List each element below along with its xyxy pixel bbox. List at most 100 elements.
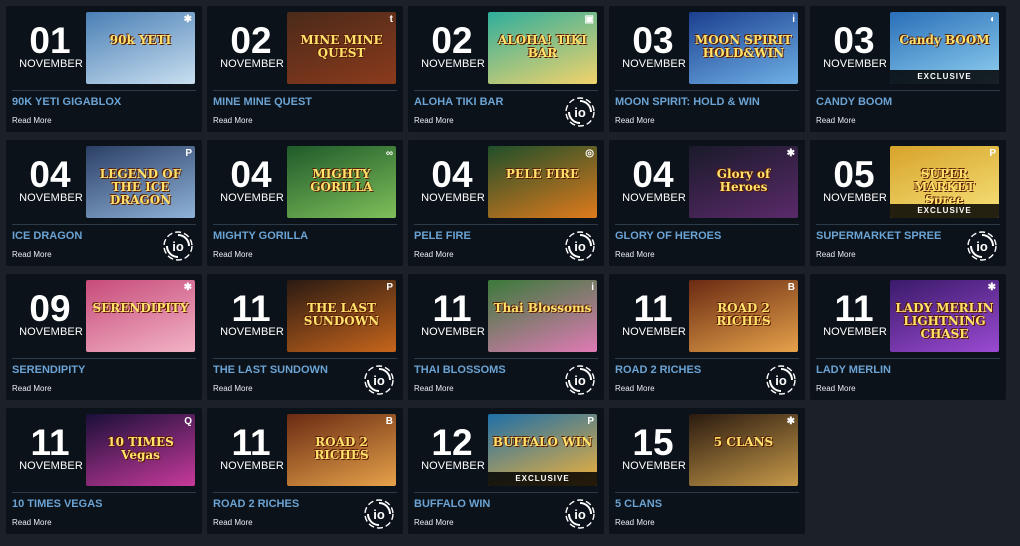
- studio-corner-icon: B: [787, 282, 795, 293]
- game-thumbnail[interactable]: 5 CLANS ✱: [689, 414, 798, 486]
- release-month: NOVEMBER: [823, 192, 887, 204]
- svg-text:io: io: [574, 105, 586, 120]
- read-more-link[interactable]: Read More: [816, 250, 856, 259]
- read-more-link[interactable]: Read More: [12, 116, 52, 125]
- game-card[interactable]: 12 NOVEMBER BUFFALO WIN P EXCLUSIVE BUFFALO W…: [408, 408, 604, 534]
- game-thumbnail[interactable]: MIGHTY GORILLA ∞: [287, 146, 396, 218]
- game-card[interactable]: 03 NOVEMBER MOON SPIRIT HOLD&WIN i MOON SPIR…: [609, 6, 805, 132]
- game-card[interactable]: 11 NOVEMBER Thai Blossoms i THAI BLOSSOMS Rea…: [408, 274, 604, 400]
- read-more-link[interactable]: Read More: [213, 116, 253, 125]
- game-title-link[interactable]: ALOHA TIKI BAR: [414, 96, 554, 108]
- game-thumbnail[interactable]: ROAD 2 RICHES B: [689, 280, 798, 352]
- studio-corner-icon: P: [989, 148, 996, 159]
- release-day: 05: [833, 154, 875, 195]
- read-more-link[interactable]: Read More: [414, 384, 454, 393]
- game-card[interactable]: 15 NOVEMBER 5 CLANS ✱ 5 CLANS Read More: [609, 408, 805, 534]
- game-title-link[interactable]: MIGHTY GORILLA: [213, 230, 353, 242]
- game-title-link[interactable]: THE LAST SUNDOWN: [213, 364, 353, 376]
- read-more-link[interactable]: Read More: [816, 116, 856, 125]
- thumbnail-logo-text: SUPER MARKET Spree: [913, 167, 976, 207]
- svg-text:io: io: [574, 373, 586, 388]
- game-card[interactable]: 04 NOVEMBER MIGHTY GORILLA ∞ MIGHTY GORILLA R…: [207, 140, 403, 266]
- game-card[interactable]: 11 NOVEMBER ROAD 2 RICHES B ROAD 2 RICHES Rea…: [207, 408, 403, 534]
- thumbnail-logo-text: Glory of Heroes: [716, 167, 771, 194]
- game-thumbnail[interactable]: SERENDIPITY ✱: [86, 280, 195, 352]
- read-more-link[interactable]: Read More: [615, 518, 655, 527]
- game-card[interactable]: 11 NOVEMBER LADY MERLIN LIGHTNING CHASE ✱ LA…: [810, 274, 1006, 400]
- read-more-link[interactable]: Read More: [414, 116, 454, 125]
- studio-corner-icon: P: [587, 416, 594, 427]
- game-thumbnail[interactable]: ROAD 2 RICHES B: [287, 414, 396, 486]
- read-more-link[interactable]: Read More: [414, 250, 454, 259]
- game-card[interactable]: 04 NOVEMBER PELE FIRE ◎ PELE FIRE Read More io: [408, 140, 604, 266]
- read-more-link[interactable]: Read More: [213, 518, 253, 527]
- svg-text:io: io: [172, 239, 184, 254]
- game-title-link[interactable]: LADY MERLIN: [816, 364, 956, 376]
- read-more-link[interactable]: Read More: [12, 518, 52, 527]
- game-title-link[interactable]: THAI BLOSSOMS: [414, 364, 554, 376]
- game-thumbnail[interactable]: PELE FIRE ◎: [488, 146, 597, 218]
- game-title-link[interactable]: SERENDIPITY: [12, 364, 152, 376]
- read-more-link[interactable]: Read More: [615, 384, 655, 393]
- game-thumbnail[interactable]: SUPER MARKET Spree P EXCLUSIVE: [890, 146, 999, 218]
- game-title-link[interactable]: 5 CLANS: [615, 498, 755, 510]
- release-month: NOVEMBER: [823, 58, 887, 70]
- game-title-link[interactable]: 90K YETI GIGABLOX: [12, 96, 152, 108]
- game-thumbnail[interactable]: THE LAST SUNDOWN P: [287, 280, 396, 352]
- game-card[interactable]: 11 NOVEMBER THE LAST SUNDOWN P THE LAST SUND…: [207, 274, 403, 400]
- game-thumbnail[interactable]: Glory of Heroes ✱: [689, 146, 798, 218]
- read-more-link[interactable]: Read More: [816, 384, 856, 393]
- game-thumbnail[interactable]: ALOHA! TIKI BAR ▣: [488, 12, 597, 84]
- game-title-link[interactable]: BUFFALO WIN: [414, 498, 554, 510]
- game-title-link[interactable]: PELE FIRE: [414, 230, 554, 242]
- svg-text:io: io: [574, 507, 586, 522]
- game-title-link[interactable]: 10 TIMES VEGAS: [12, 498, 152, 510]
- game-thumbnail[interactable]: BUFFALO WIN P EXCLUSIVE: [488, 414, 597, 486]
- read-more-link[interactable]: Read More: [615, 250, 655, 259]
- game-title-link[interactable]: ICE DRAGON: [12, 230, 152, 242]
- game-thumbnail[interactable]: MOON SPIRIT HOLD&WIN i: [689, 12, 798, 84]
- read-more-link[interactable]: Read More: [12, 250, 52, 259]
- game-card[interactable]: 04 NOVEMBER LEGEND OF THE ICE DRAGON P ICE D…: [6, 140, 202, 266]
- game-thumbnail[interactable]: MINE MINE QUEST t: [287, 12, 396, 84]
- game-thumbnail[interactable]: 10 TIMES Vegas Q: [86, 414, 195, 486]
- studio-corner-icon: Q: [184, 416, 192, 427]
- release-month: NOVEMBER: [421, 192, 485, 204]
- game-title-link[interactable]: ROAD 2 RICHES: [213, 498, 353, 510]
- game-card[interactable]: 05 NOVEMBER SUPER MARKET Spree P EXCLUSIVE SU…: [810, 140, 1006, 266]
- read-more-link[interactable]: Read More: [615, 116, 655, 125]
- release-month: NOVEMBER: [421, 326, 485, 338]
- game-card[interactable]: 11 NOVEMBER 10 TIMES Vegas Q 10 TIMES VEGAS R…: [6, 408, 202, 534]
- game-thumbnail[interactable]: Candy BOOM ◐ EXCLUSIVE: [890, 12, 999, 84]
- game-title-link[interactable]: MINE MINE QUEST: [213, 96, 353, 108]
- card-divider: [414, 492, 598, 493]
- game-title-link[interactable]: CANDY BOOM: [816, 96, 956, 108]
- studio-corner-icon: ✱: [987, 282, 996, 293]
- game-card[interactable]: 11 NOVEMBER ROAD 2 RICHES B ROAD 2 RICHES Rea…: [609, 274, 805, 400]
- game-card[interactable]: 01 NOVEMBER 90k YETI ✱ 90K YETI GIGABLOX Read…: [6, 6, 202, 132]
- game-thumbnail[interactable]: 90k YETI ✱: [86, 12, 195, 84]
- game-title-link[interactable]: MOON SPIRIT: HOLD & WIN: [615, 96, 760, 108]
- release-month: NOVEMBER: [220, 192, 284, 204]
- game-card[interactable]: 09 NOVEMBER SERENDIPITY ✱ SERENDIPITY Read Mo…: [6, 274, 202, 400]
- game-title-link[interactable]: SUPERMARKET SPREE: [816, 230, 956, 242]
- read-more-link[interactable]: Read More: [414, 518, 454, 527]
- card-divider: [213, 492, 397, 493]
- card-divider: [414, 90, 598, 91]
- read-more-link[interactable]: Read More: [213, 250, 253, 259]
- release-month: NOVEMBER: [421, 460, 485, 472]
- game-card[interactable]: 03 NOVEMBER Candy BOOM ◐ EXCLUSIVE CANDY BOOM…: [810, 6, 1006, 132]
- game-card[interactable]: 02 NOVEMBER MINE MINE QUEST t MINE MINE QUES…: [207, 6, 403, 132]
- game-thumbnail[interactable]: Thai Blossoms i: [488, 280, 597, 352]
- game-thumbnail[interactable]: LEGEND OF THE ICE DRAGON P: [86, 146, 195, 218]
- game-card[interactable]: 04 NOVEMBER Glory of Heroes ✱ GLORY OF HEROE…: [609, 140, 805, 266]
- read-more-link[interactable]: Read More: [12, 384, 52, 393]
- game-card[interactable]: 02 NOVEMBER ALOHA! TIKI BAR ▣ ALOHA TIKI BAR…: [408, 6, 604, 132]
- game-title-link[interactable]: GLORY OF HEROES: [615, 230, 755, 242]
- read-more-link[interactable]: Read More: [213, 384, 253, 393]
- studio-corner-icon: ✱: [786, 148, 795, 159]
- game-thumbnail[interactable]: LADY MERLIN LIGHTNING CHASE ✱: [890, 280, 999, 352]
- provider-spiral-icon: io: [564, 364, 596, 396]
- game-title-link[interactable]: ROAD 2 RICHES: [615, 364, 755, 376]
- thumbnail-logo-text: LEGEND OF THE ICE DRAGON: [99, 167, 182, 207]
